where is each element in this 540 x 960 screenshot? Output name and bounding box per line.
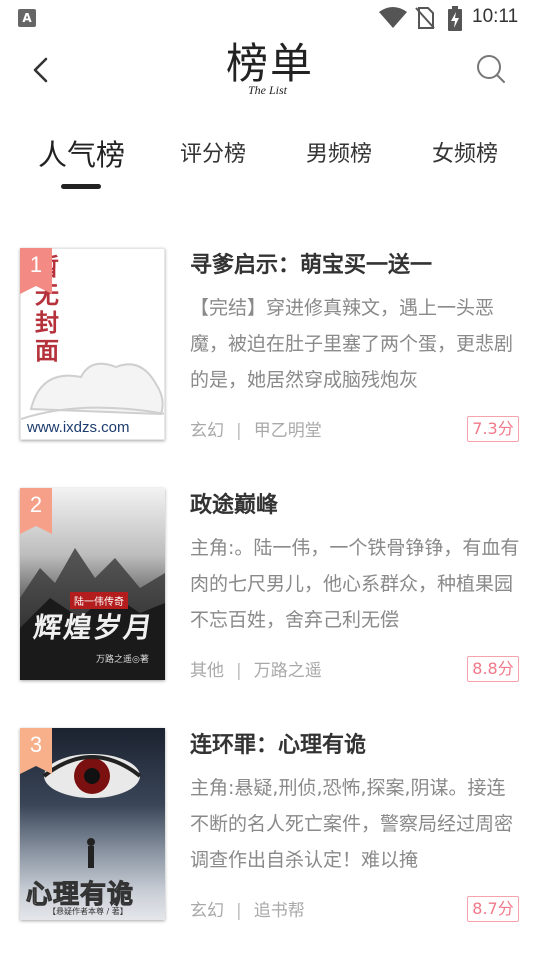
no-sim-icon: [415, 7, 435, 29]
book-list-item[interactable]: 心理有诡 【悬疑作者本尊 / 著】 3 连环罪：心理有诡 主角:悬疑,刑侦,恐怖…: [0, 728, 540, 924]
wifi-icon: [379, 7, 407, 28]
status-time: 10:11: [472, 6, 519, 27]
book-list-item[interactable]: 暂无封面 www.ixdzs.com 1 寻爹启示：萌宝买一送一 【完结】穿进修…: [0, 248, 540, 444]
tab-rating[interactable]: 评分榜: [180, 130, 246, 180]
book-meta: 其他 | 万路之遥: [190, 656, 322, 681]
search-icon[interactable]: [474, 52, 508, 86]
book-category: 玄幻: [190, 901, 224, 921]
book-title[interactable]: 连环罪：心理有诡: [190, 728, 520, 764]
book-description: 【完结】穿进修真辣文，遇上一头恶魔，被迫在肚子里塞了两个蛋，更悲剧的是，她居然穿…: [190, 297, 514, 391]
meta-separator: |: [236, 661, 242, 681]
cover-author-text: 【悬疑作者本尊 / 著】: [48, 907, 128, 916]
status-bar: A 10:11: [0, 0, 540, 36]
score-badge: 7.3分: [467, 416, 519, 442]
book-author: 甲乙明堂: [253, 421, 322, 441]
app-notification-icon: A: [18, 9, 36, 27]
book-meta: 玄幻 | 甲乙明堂: [190, 416, 322, 441]
book-title[interactable]: 政途巅峰: [190, 488, 520, 524]
book-description: 主角:。陆一伟，一个铁骨铮铮，有血有肉的七尺男儿，他心系群众，种植果园不忘百姓，…: [190, 537, 520, 631]
page-subtitle: The List: [248, 83, 288, 97]
book-meta: 玄幻 | 追书帮: [190, 896, 305, 921]
rank-number: 2: [29, 492, 43, 517]
chevron-left-icon[interactable]: [24, 52, 60, 88]
page-title-block: 榜单 The List: [190, 36, 350, 97]
tab-female[interactable]: 女频榜: [432, 130, 498, 180]
rank-number: 1: [29, 252, 43, 277]
meta-separator: |: [236, 421, 242, 441]
ranking-tabs: 人气榜 评分榜 男频榜 女频榜: [0, 130, 540, 190]
score-badge: 8.7分: [467, 896, 519, 922]
meta-separator: |: [236, 901, 242, 921]
cover-title-text: 辉煌岁月: [31, 611, 157, 644]
tab-popular[interactable]: 人气榜: [38, 130, 125, 180]
score-badge: 8.8分: [467, 656, 519, 682]
cover-url-text: www.ixdzs.com: [27, 419, 130, 436]
book-title[interactable]: 寻爹启示：萌宝买一送一: [190, 248, 520, 284]
header: 榜单 The List: [0, 36, 540, 106]
rank-number: 3: [29, 732, 43, 757]
battery-charging-icon: [448, 6, 462, 31]
tab-male[interactable]: 男频榜: [306, 130, 372, 180]
cover-author-text: 万路之遥◎著: [96, 655, 149, 665]
book-list-item[interactable]: 陆一伟传奇 辉煌岁月 万路之遥◎著 2 政途巅峰 主角:。陆一伟，一个铁骨铮铮，…: [0, 488, 540, 684]
book-category: 其他: [190, 661, 224, 681]
active-tab-indicator: [61, 184, 101, 189]
book-author: 追书帮: [253, 901, 305, 921]
book-description: 主角:悬疑,刑侦,恐怖,探案,阴谋。接连不断的名人死亡案件，警察局经过周密调查作…: [190, 777, 514, 871]
book-category: 玄幻: [190, 421, 224, 441]
book-author: 万路之遥: [253, 661, 322, 681]
